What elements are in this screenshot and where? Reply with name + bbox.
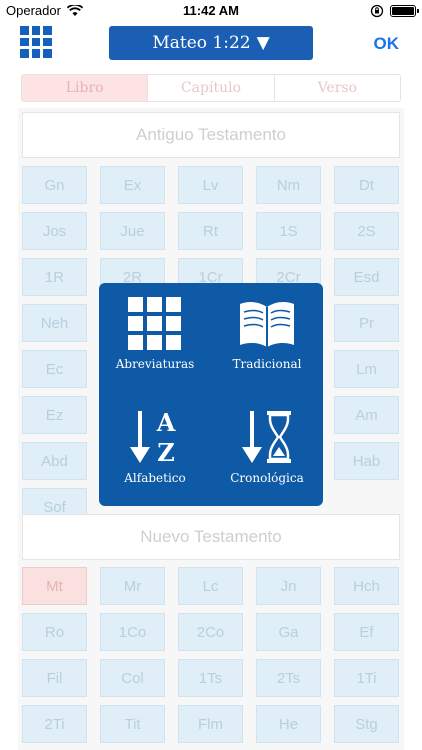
grid-icon [128, 297, 181, 350]
open-book-icon [240, 302, 294, 347]
dropdown-arrow-icon: ▼ [256, 33, 270, 53]
book-cell[interactable]: 2S [334, 212, 399, 250]
book-cell[interactable]: Mt [22, 567, 87, 605]
book-cell[interactable]: Tit [100, 705, 165, 743]
book-cell[interactable]: Mr [100, 567, 165, 605]
book-cell[interactable]: Pr [334, 304, 399, 342]
book-cell[interactable]: Lv [178, 166, 243, 204]
book-cell[interactable]: Jue [100, 212, 165, 250]
selection-mode-segmented-control: Libro Capítulo Verso [21, 74, 401, 102]
book-cell[interactable]: Ef [334, 613, 399, 651]
book-cell[interactable]: Jos [22, 212, 87, 250]
book-cell[interactable]: Ga [256, 613, 321, 651]
status-time: 11:42 AM [183, 3, 239, 18]
new-testament-header: Nuevo Testamento [22, 514, 400, 560]
book-cell[interactable]: Am [334, 396, 399, 434]
book-cell[interactable]: 2Ts [256, 659, 321, 697]
reference-label: Mateo 1:22 [152, 33, 251, 53]
hourglass-sort-icon [242, 411, 291, 463]
book-cell[interactable]: He [256, 705, 321, 743]
ok-button[interactable]: OK [374, 34, 400, 54]
book-cell[interactable]: Abd [22, 442, 87, 480]
status-bar: Operador 11:42 AM [0, 0, 422, 22]
sort-alpha-icon: A Z [130, 409, 176, 465]
book-cell[interactable]: 1S [256, 212, 321, 250]
nav-bar: Mateo 1:22 ▼ OK [0, 22, 422, 66]
book-cell[interactable]: Ec [22, 350, 87, 388]
book-cell[interactable]: Ez [22, 396, 87, 434]
book-cell[interactable]: 1R [22, 258, 87, 296]
book-cell[interactable]: Stg [334, 705, 399, 743]
option-abreviaturas[interactable]: Abreviaturas [99, 283, 211, 394]
book-cell[interactable]: Jn [256, 567, 321, 605]
orientation-lock-icon [370, 4, 384, 18]
segment-verso[interactable]: Verso [274, 75, 400, 101]
segment-libro[interactable]: Libro [22, 75, 149, 101]
svg-text:A: A [156, 409, 176, 437]
segment-capitulo[interactable]: Capítulo [148, 75, 275, 101]
option-alfabetico[interactable]: A Z Alfabetico [99, 395, 211, 506]
book-cell[interactable]: Col [100, 659, 165, 697]
book-cell[interactable]: Fil [22, 659, 87, 697]
option-tradicional[interactable]: Tradicional [211, 283, 323, 394]
book-cell[interactable]: Esd [334, 258, 399, 296]
book-cell[interactable]: 2Ti [22, 705, 87, 743]
option-tradicional-label: Tradicional [232, 357, 302, 371]
option-cronologica[interactable]: Cronológica [211, 395, 323, 506]
book-cell[interactable]: 2Co [178, 613, 243, 651]
book-cell[interactable]: Hch [334, 567, 399, 605]
book-cell[interactable]: Dt [334, 166, 399, 204]
book-cell[interactable]: 1Co [100, 613, 165, 651]
sort-options-popup: Abreviaturas Tradicional A Z Alfabetico … [99, 283, 323, 506]
book-cell[interactable]: Nm [256, 166, 321, 204]
book-cell[interactable]: Gn [22, 166, 87, 204]
svg-text:Z: Z [157, 438, 175, 465]
book-cell[interactable]: 1Ti [334, 659, 399, 697]
book-cell[interactable]: Lm [334, 350, 399, 388]
book-cell[interactable]: 1Ts [178, 659, 243, 697]
new-testament-books: Mt Mr Lc Jn Hch Ro 1Co 2Co Ga Ef Fil Col 1Ts 2Ts 1Ti 2T… [22, 567, 400, 743]
book-cell[interactable]: Rt [178, 212, 243, 250]
option-abreviaturas-label: Abreviaturas [115, 357, 195, 371]
grid-menu-button[interactable] [20, 26, 52, 58]
book-cell[interactable]: Ex [100, 166, 165, 204]
option-alfabetico-label: Alfabetico [124, 471, 186, 485]
old-testament-header: Antiguo Testamento [22, 112, 400, 158]
book-cell[interactable]: Hab [334, 442, 399, 480]
book-cell[interactable]: Lc [178, 567, 243, 605]
book-cell[interactable]: Flm [178, 705, 243, 743]
book-cell[interactable]: Neh [22, 304, 87, 342]
reference-selector-button[interactable]: Mateo 1:22 ▼ [109, 26, 313, 60]
book-cell[interactable]: Ro [22, 613, 87, 651]
battery-icon [390, 5, 419, 17]
option-cronologica-label: Cronológica [230, 471, 304, 485]
